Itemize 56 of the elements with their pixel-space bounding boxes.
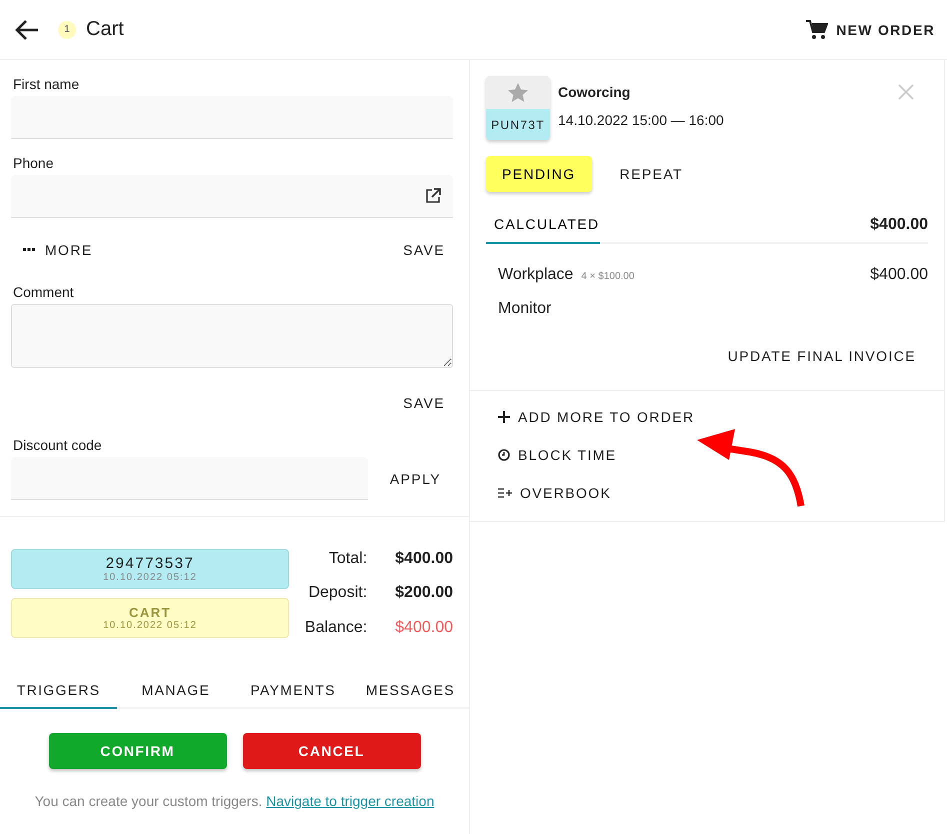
more-button[interactable]: MORE <box>11 234 105 266</box>
field-label: Comment <box>13 284 75 300</box>
total-label: Deposit: <box>307 584 368 602</box>
comment-field[interactable] <box>11 304 453 368</box>
star-icon <box>508 83 528 102</box>
field-label: First name <box>13 76 80 92</box>
update-invoice-button[interactable]: UPDATE FINAL INVOICE <box>716 340 928 372</box>
tab[interactable]: CALCULATED <box>486 208 600 244</box>
item-name: Workplace <box>498 266 574 284</box>
repeat-button[interactable]: REPEAT <box>608 158 695 190</box>
back-arrow-icon[interactable] <box>14 18 40 40</box>
menu-item[interactable]: OVERBOOK <box>486 481 624 505</box>
tab[interactable]: MANAGE <box>117 676 234 709</box>
close-icon[interactable] <box>898 84 914 100</box>
chip-date: 10.10.2022 05:12 <box>103 572 197 583</box>
list-add-icon <box>498 488 512 498</box>
trigger-link[interactable]: Navigate to trigger creation <box>266 793 434 809</box>
total-label: Total: <box>328 550 368 568</box>
chip-date: 10.10.2022 05:12 <box>103 620 197 631</box>
external-link-icon[interactable] <box>425 188 441 204</box>
status-button[interactable]: PENDING <box>486 156 592 192</box>
input-field[interactable] <box>11 175 453 218</box>
item-price: $400.00 <box>870 266 928 284</box>
booking-title: Coworcing <box>558 84 632 100</box>
save-button[interactable]: SAVE <box>391 387 457 419</box>
total-label: Balance: <box>304 619 368 638</box>
clock-icon <box>498 449 510 461</box>
dots-icon <box>23 248 35 252</box>
booking-time: 14.10.2022 15:00 — 16:00 <box>558 112 724 128</box>
calculated-total: $400.00 <box>870 216 928 234</box>
booking-code: PUN73T <box>486 109 550 140</box>
page-title: Cart <box>86 18 124 41</box>
tab[interactable]: TRIGGERS <box>0 676 118 709</box>
field-label: Phone <box>13 155 54 171</box>
item-name: Monitor <box>498 300 552 318</box>
count-badge: 1 <box>58 20 76 38</box>
chip-title: 294773537 <box>106 555 194 572</box>
total-value: $200.00 <box>395 584 453 602</box>
chip-title: CART <box>128 605 172 620</box>
save-button[interactable]: SAVE <box>391 234 457 266</box>
apply-button[interactable]: APPLY <box>378 462 453 494</box>
menu-item[interactable]: ADD MORE TO ORDER <box>486 405 707 429</box>
tab[interactable]: PAYMENTS <box>234 676 352 709</box>
new-order-button[interactable]: NEW ORDER <box>802 16 939 44</box>
cancel-button[interactable]: CANCEL <box>242 733 420 769</box>
item-quantity: 4 × $100.00 <box>581 271 634 282</box>
plus-icon <box>498 411 510 423</box>
field-label: Discount code <box>13 437 103 453</box>
input-field[interactable] <box>11 96 453 139</box>
total-value: $400.00 <box>395 619 453 638</box>
menu-item[interactable]: BLOCK TIME <box>486 443 629 467</box>
input-field[interactable] <box>11 457 368 500</box>
total-value: $400.00 <box>395 550 453 568</box>
tab[interactable]: MESSAGES <box>352 676 469 709</box>
hint-text: You can create your custom triggers. Navigate to trigger creation <box>34 793 436 809</box>
cart-icon <box>806 20 828 40</box>
